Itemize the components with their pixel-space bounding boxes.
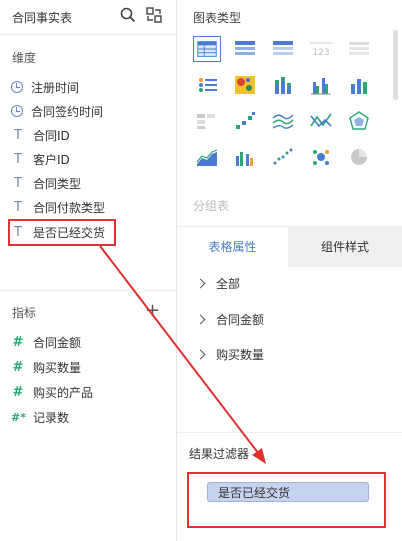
annotation-arrow: [99, 245, 266, 464]
